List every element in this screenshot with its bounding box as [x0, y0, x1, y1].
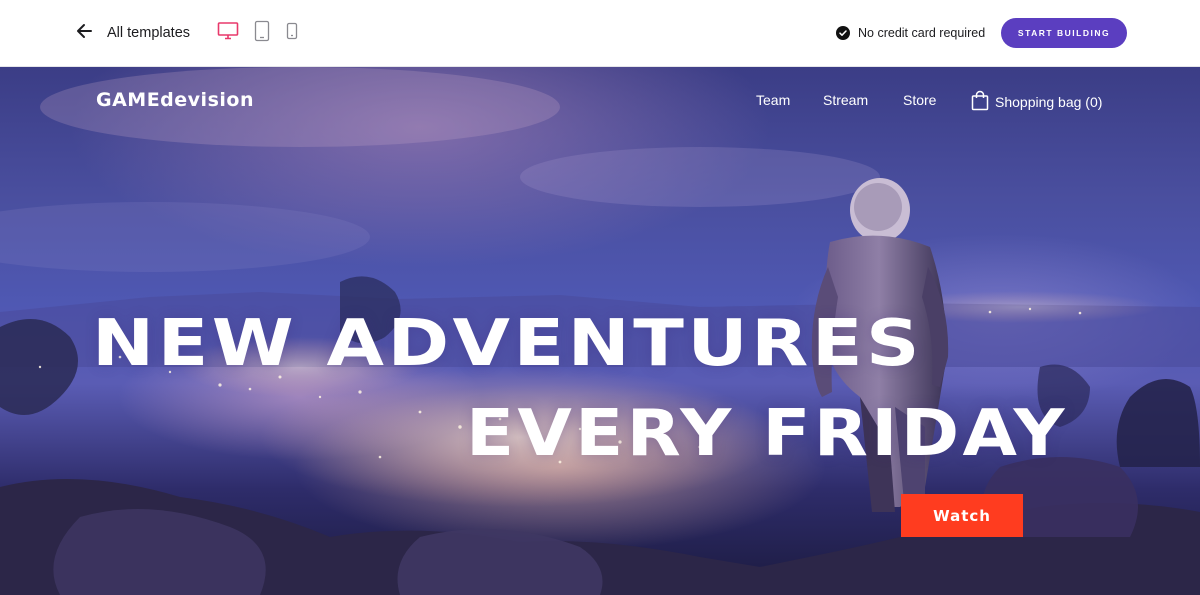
desktop-view-button[interactable]: [216, 20, 240, 46]
watch-button[interactable]: Watch: [901, 494, 1023, 537]
editor-topbar: All templates No credit card required ST…: [0, 0, 1200, 67]
tablet-view-button[interactable]: [253, 20, 271, 46]
shopping-bag-link[interactable]: Shopping bag (0): [971, 90, 1102, 114]
hero-headline-line-2: EVERY FRIDAY: [466, 397, 1068, 471]
phone-icon: [286, 22, 298, 45]
check-circle-icon: [836, 26, 850, 40]
monitor-icon: [217, 21, 239, 46]
tablet-icon: [254, 20, 270, 47]
shopping-bag-label: Shopping bag (0): [995, 94, 1103, 110]
start-building-button[interactable]: START BUILDING: [1001, 18, 1127, 48]
nav-stream-link[interactable]: Stream: [823, 92, 868, 108]
hero-section: GAMEdevision Team Stream Store Shopping …: [0, 67, 1200, 595]
all-templates-link[interactable]: All templates: [74, 20, 190, 46]
hero-headline-line-1: NEW ADVENTURES: [92, 307, 923, 381]
nav-store-link[interactable]: Store: [903, 92, 936, 108]
shopping-bag-icon: [971, 90, 995, 114]
brand-logo[interactable]: GAMEdevision: [96, 89, 254, 111]
no-credit-card-text: No credit card required: [858, 26, 986, 40]
all-templates-label: All templates: [107, 25, 191, 41]
no-credit-card-note: No credit card required: [836, 22, 985, 44]
arrow-left-icon: [74, 21, 94, 46]
phone-view-button[interactable]: [285, 20, 299, 46]
nav-team-link[interactable]: Team: [756, 92, 790, 108]
